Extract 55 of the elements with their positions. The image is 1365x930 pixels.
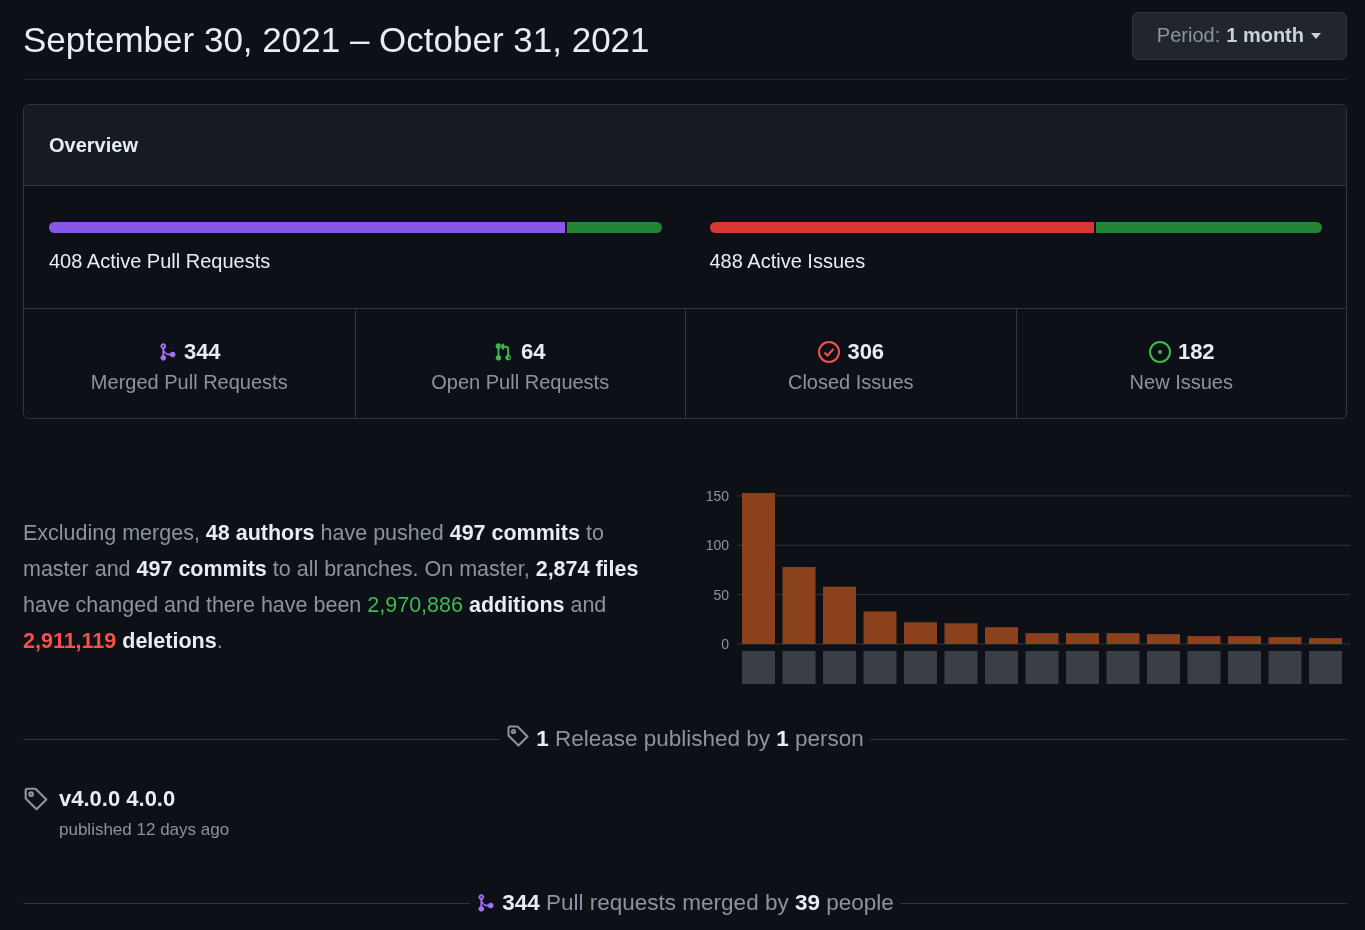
commit-bar [863, 611, 897, 644]
commit-bar [1309, 638, 1342, 644]
stat-count: 64 [521, 339, 546, 365]
commit-bar [1268, 637, 1302, 644]
avatar-placeholder[interactable] [1309, 651, 1342, 684]
issue-icon [1147, 340, 1172, 364]
axis-tick-label: 0 [721, 636, 729, 652]
avatar-placeholder[interactable] [863, 651, 897, 684]
avatar-placeholder[interactable] [1187, 651, 1221, 684]
merged-heading: 344 Pull requests merged by 39 people [502, 890, 894, 916]
tag-icon [506, 724, 531, 748]
stat-label: Merged Pull Requests [90, 371, 288, 394]
commit-bar [1187, 636, 1221, 644]
caret-icon [1310, 31, 1322, 40]
commit-bar [904, 622, 937, 644]
stat-count: 182 [1177, 339, 1215, 365]
axis-tick-label: 150 [705, 489, 729, 504]
commit-bar [1228, 636, 1261, 644]
avatar-placeholder[interactable] [904, 651, 937, 684]
avatar-placeholder[interactable] [823, 651, 856, 684]
stat-label: Open Pull Requests [431, 371, 610, 394]
stat-count: 306 [847, 339, 885, 365]
avatar-placeholder[interactable] [944, 651, 978, 684]
commit-bar [1147, 634, 1180, 644]
avatar-placeholder[interactable] [1228, 651, 1261, 684]
stat-count: 344 [183, 339, 221, 365]
avatar-placeholder[interactable] [1066, 651, 1099, 684]
check-circle-icon [817, 340, 842, 364]
release-date: published 12 days ago [59, 820, 230, 840]
avatar-placeholder[interactable] [1106, 651, 1140, 684]
date-range-title: September 30, 2021 – October 31, 2021 [23, 19, 650, 60]
commit-bar [985, 627, 1018, 644]
commit-summary: Excluding merges, 48 authors have pushed 497 commits to master and 497 commits to all branches. On master, 2,874 files have changed and there have been 2,970,886 additions and 2,911,119 deletions. [23, 520, 640, 655]
release-name[interactable]: v4.0.0 4.0.0 [59, 786, 230, 812]
commit-bar [1066, 633, 1099, 644]
commit-bar [944, 623, 978, 644]
axis-tick-label: 100 [705, 537, 729, 554]
avatar-placeholder[interactable] [1268, 651, 1302, 684]
commit-bar [1106, 633, 1140, 644]
avatar-placeholder[interactable] [782, 651, 816, 684]
overview-title: Overview [49, 133, 138, 157]
period-button[interactable]: Period: 1 month [1131, 11, 1347, 60]
avatar-placeholder[interactable] [742, 651, 775, 684]
avatar-placeholder[interactable] [1025, 651, 1059, 684]
axis-tick-label: 50 [713, 586, 729, 603]
tag-icon [23, 786, 49, 812]
release-heading: 1 Release published by 1 person [536, 726, 864, 752]
bar-label: 408 Active Pull Requests [49, 250, 271, 273]
avatar-placeholder[interactable] [1147, 651, 1180, 684]
bar-label: 488 Active Issues [709, 250, 866, 273]
commit-bar [1025, 633, 1059, 644]
stat-label: New Issues [1129, 371, 1233, 394]
avatar-placeholder[interactable] [985, 651, 1018, 684]
commit-bar [823, 586, 856, 644]
stat-label: Closed Issues [787, 371, 914, 394]
